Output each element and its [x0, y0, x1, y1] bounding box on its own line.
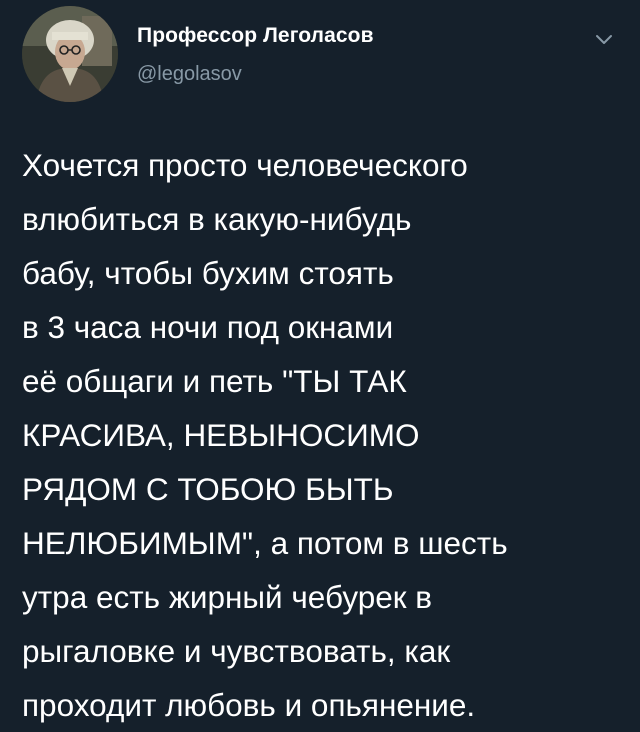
author-avatar[interactable]: [22, 6, 118, 102]
tweet-card: Профессор Леголасов @legolasov Хочется п…: [0, 0, 640, 723]
tweet-text-line: Хочется просто человеческого: [22, 147, 468, 183]
tweet-text-line: бабу, чтобы бухим стоять: [22, 255, 394, 291]
tweet-text-line: её общаги и петь "ТЫ ТАК: [22, 363, 407, 399]
tweet-text-line: проходит любовь и опьянение.: [22, 687, 476, 723]
tweet-text-line: рыгаловке и чувствовать, как: [22, 633, 451, 669]
author-handle[interactable]: @legolasov: [137, 63, 242, 86]
tweet-menu-button[interactable]: [592, 30, 616, 50]
author-display-name[interactable]: Профессор Леголасов: [137, 24, 374, 48]
tweet-text-line: КРАСИВА, НЕВЫНОСИМО: [22, 417, 420, 453]
tweet-text-line: утра есть жирный чебурек в: [22, 579, 433, 615]
tweet-text-line: влюбиться в какую-нибудь: [22, 201, 412, 237]
tweet-body: Хочется просто человеческого влюбиться в…: [22, 138, 622, 732]
tweet-text-line: в 3 часа ночи под окнами: [22, 309, 394, 345]
tweet-text-line: РЯДОМ С ТОБОЮ БЫТЬ: [22, 471, 394, 507]
user-avatar-icon: [22, 6, 118, 102]
tweet-text-line: НЕЛЮБИМЫМ", а потом в шесть: [22, 525, 508, 561]
chevron-down-icon: [596, 35, 612, 44]
